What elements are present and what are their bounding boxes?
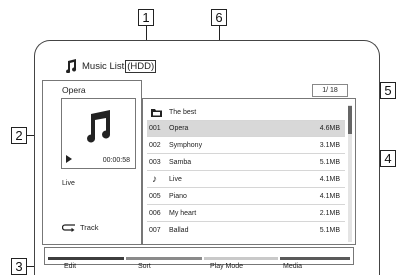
track-row[interactable]: 001 Opera 4.6MB xyxy=(147,121,345,137)
callout-3: 3 xyxy=(11,258,27,275)
media-button[interactable]: Media xyxy=(283,263,302,270)
screen-title-row: Music List (HDD) xyxy=(64,58,157,74)
callout-5: 5 xyxy=(380,82,396,99)
sort-color-key xyxy=(126,257,202,260)
music-note-icon xyxy=(87,110,111,143)
repeat-icon xyxy=(62,223,75,232)
repeat-mode: Track xyxy=(62,223,98,232)
track-size: 5.1MB xyxy=(319,227,340,234)
track-name: Samba xyxy=(169,159,192,166)
track-name: Symphony xyxy=(169,142,203,149)
track-number: 003 xyxy=(149,159,161,166)
track-row[interactable]: 006 My heart 2.1MB xyxy=(147,206,345,222)
track-number: 007 xyxy=(149,227,161,234)
media-color-key xyxy=(280,257,350,260)
track-name: Live xyxy=(169,176,182,183)
track-size: 4.1MB xyxy=(319,176,340,183)
callout-6: 6 xyxy=(211,9,227,26)
track-size: 5.1MB xyxy=(319,159,340,166)
callout-2: 2 xyxy=(11,127,27,144)
track-row[interactable]: 005 Piano 4.1MB xyxy=(147,189,345,205)
callout-4: 4 xyxy=(380,150,396,167)
track-size: 3.1MB xyxy=(319,142,340,149)
track-row[interactable]: ♪ Live 4.1MB xyxy=(147,172,345,188)
track-name: My heart xyxy=(169,210,197,217)
page-indicator: 1/ 18 xyxy=(312,84,348,97)
playback-time: 00:00:58 xyxy=(102,157,130,164)
track-row[interactable]: 002 Symphony 3.1MB xyxy=(147,138,345,154)
track-number: 006 xyxy=(149,210,161,217)
sort-button[interactable]: Sort xyxy=(138,263,151,270)
album-art: 00:00:58 xyxy=(61,98,136,169)
track-size: 2.1MB xyxy=(319,210,340,217)
track-size: 4.6MB xyxy=(319,125,340,132)
album-name: Opera xyxy=(62,85,86,95)
folder-name: The best xyxy=(169,109,197,116)
track-name: Ballad xyxy=(169,227,189,234)
folder-row[interactable]: The best xyxy=(147,105,345,121)
device-indicator: (HDD) xyxy=(125,59,157,73)
music-note-icon xyxy=(66,59,77,73)
track-row[interactable]: 007 Ballad 5.1MB xyxy=(147,223,345,239)
play-mode-color-key xyxy=(204,257,278,260)
genre-label: Live xyxy=(62,180,75,187)
color-button-bar xyxy=(44,247,354,265)
callout-1: 1 xyxy=(138,9,154,26)
track-row[interactable]: 003 Samba 5.1MB xyxy=(147,155,345,171)
scrollbar-thumb[interactable] xyxy=(348,106,352,134)
track-size: 4.1MB xyxy=(319,193,340,200)
folder-icon xyxy=(151,109,162,117)
track-name: Piano xyxy=(169,193,187,200)
track-number: 002 xyxy=(149,142,161,149)
repeat-label: Track xyxy=(80,223,99,232)
track-number: 001 xyxy=(149,125,161,132)
play-icon xyxy=(66,155,72,163)
edit-button[interactable]: Edit xyxy=(64,263,76,270)
track-name: Opera xyxy=(169,125,189,132)
edit-color-key xyxy=(48,257,124,260)
track-number: 005 xyxy=(149,193,161,200)
screen-title: Music List xyxy=(82,60,125,72)
music-note-icon: ♪ xyxy=(152,174,157,185)
play-mode-button[interactable]: Play Mode xyxy=(210,263,243,270)
